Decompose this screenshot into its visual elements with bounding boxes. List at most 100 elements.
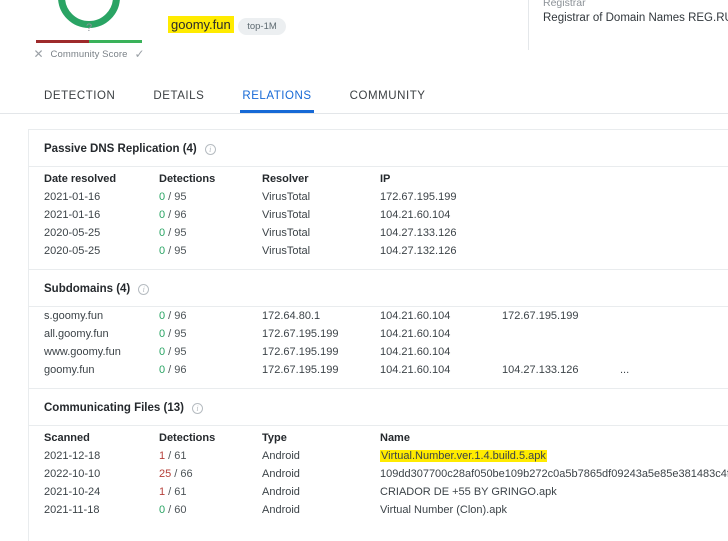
registrar-label: Registrar [543,0,728,10]
more-ellipsis-cell [620,343,728,361]
detections-cell: 0 / 95 [159,242,262,260]
community-score-row: ✕ Community Score ✓ [30,48,148,60]
ip-cell [502,325,620,343]
ip-cell: 104.21.60.104 [380,307,502,325]
scanned-date-cell: 2021-11-18 [29,501,159,519]
score-bar-positive [89,40,142,43]
column-header: Detections [159,167,262,188]
column-header: Date resolved [29,167,159,188]
subdomain-name-cell: s.goomy.fun [29,307,159,325]
tab-community[interactable]: COMMUNITY [348,84,428,113]
more-ellipsis-cell [620,307,728,325]
more-ellipsis-cell: ... [620,361,728,379]
column-header: Scanned [29,426,159,447]
score-bar-negative [36,40,89,43]
detections-cell: 0 / 96 [159,307,262,325]
table-row[interactable]: all.goomy.fun0 / 95172.67.195.199104.21.… [29,325,728,343]
table-row[interactable]: www.goomy.fun0 / 95172.67.195.199104.21.… [29,343,728,361]
table-row[interactable]: 2021-10-241 / 61AndroidCRIADOR DE +55 BY… [29,483,728,501]
passive-dns-table: Date resolvedDetectionsResolverIP 2021-0… [29,167,728,260]
file-name-cell: CRIADOR DE +55 BY GRINGO.apk [380,483,728,501]
tab-bar: DETECTION DETAILS RELATIONS COMMUNITY [0,84,728,114]
table-row[interactable]: 2021-01-160 / 96VirusTotal104.21.60.104 [29,206,728,224]
registrar-panel: Registrar Registrar of Domain Names REG.… [528,0,728,50]
summary-strip: ? ✕ Community Score ✓ goomy.fun top-1M R… [0,0,728,72]
resolver-cell: VirusTotal [262,224,380,242]
domain-title-block: goomy.fun top-1M [168,0,286,35]
gauge-question-mark: ? [30,22,148,34]
file-type-cell: Android [262,483,380,501]
column-header: Resolver [262,167,380,188]
ip-cell: 104.21.60.104 [380,361,502,379]
passive-dns-header: Passive DNS Replication (4) i [29,130,728,166]
subdomains-title: Subdomains (4) [44,283,130,295]
resolver-cell: VirusTotal [262,188,380,206]
tab-relations[interactable]: RELATIONS [240,84,313,113]
table-row[interactable]: 2021-12-181 / 61AndroidVirtual.Number.ve… [29,447,728,465]
subdomains-table: s.goomy.fun0 / 96172.64.80.1104.21.60.10… [29,307,728,379]
subdomain-name-cell: all.goomy.fun [29,325,159,343]
ip-cell: 172.67.195.199 [262,343,380,361]
communicating-files-table: ScannedDetectionsTypeName 2021-12-181 / … [29,426,728,519]
detections-cell: 25 / 66 [159,465,262,483]
info-icon[interactable]: i [192,403,203,414]
file-name-cell: Virtual Number (Clon).apk [380,501,728,519]
column-header: Name [380,426,728,447]
table-header-row: Date resolvedDetectionsResolverIP [29,167,728,188]
table-row[interactable]: 2020-05-250 / 95VirusTotal104.27.133.126 [29,224,728,242]
tab-details[interactable]: DETAILS [151,84,206,113]
community-score-label: Community Score [51,49,128,60]
file-type-cell: Android [262,501,380,519]
detections-cell: 0 / 96 [159,361,262,379]
table-header-row: ScannedDetectionsTypeName [29,426,728,447]
info-icon[interactable]: i [205,144,216,155]
detections-cell: 0 / 95 [159,325,262,343]
detections-cell: 0 / 60 [159,501,262,519]
table-row[interactable]: s.goomy.fun0 / 96172.64.80.1104.21.60.10… [29,307,728,325]
more-ellipsis-cell [620,325,728,343]
table-row[interactable]: 2022-10-1025 / 66Android109dd307700c28af… [29,465,728,483]
tab-detection[interactable]: DETECTION [42,84,117,113]
ip-cell: 172.64.80.1 [262,307,380,325]
thumbs-down-icon[interactable]: ✕ [33,48,43,60]
date-resolved-cell: 2020-05-25 [29,224,159,242]
thumbs-up-icon[interactable]: ✓ [135,48,145,60]
file-name-cell: 109dd307700c28af050be109b272c0a5b7865df0… [380,465,728,483]
subdomains-header: Subdomains (4) i [29,270,728,306]
detections-cell: 0 / 95 [159,224,262,242]
rank-tag-badge[interactable]: top-1M [238,18,286,35]
scanned-date-cell: 2021-12-18 [29,447,159,465]
resolver-cell: VirusTotal [262,206,380,224]
detections-cell: 1 / 61 [159,447,262,465]
ip-cell: 104.27.132.126 [380,242,728,260]
passive-dns-title: Passive DNS Replication (4) [44,143,197,155]
detections-cell: 0 / 95 [159,188,262,206]
subdomain-name-cell: www.goomy.fun [29,343,159,361]
resolver-cell: VirusTotal [262,242,380,260]
date-resolved-cell: 2021-01-16 [29,188,159,206]
scanned-date-cell: 2022-10-10 [29,465,159,483]
ip-cell [502,343,620,361]
table-row[interactable]: 2021-11-180 / 60AndroidVirtual Number (C… [29,501,728,519]
date-resolved-cell: 2020-05-25 [29,242,159,260]
ip-cell: 172.67.195.199 [262,325,380,343]
ip-cell: 104.21.60.104 [380,343,502,361]
ip-cell: 172.67.195.199 [380,188,728,206]
table-row[interactable]: 2020-05-250 / 95VirusTotal104.27.132.126 [29,242,728,260]
communicating-files-header: Communicating Files (13) i [29,389,728,425]
detections-cell: 1 / 61 [159,483,262,501]
ip-cell: 172.67.195.199 [502,307,620,325]
table-row[interactable]: goomy.fun0 / 96172.67.195.199104.21.60.1… [29,361,728,379]
registrar-value: Registrar of Domain Names REG.RU, LLC [543,10,728,26]
ip-cell: 104.21.60.104 [380,206,728,224]
info-icon[interactable]: i [138,284,149,295]
file-name-cell: Virtual.Number.ver.1.4.build.5.apk [380,447,728,465]
file-type-cell: Android [262,465,380,483]
date-resolved-cell: 2021-01-16 [29,206,159,224]
subdomain-name-cell: goomy.fun [29,361,159,379]
ip-cell: 104.21.60.104 [380,325,502,343]
column-header: Detections [159,426,262,447]
page-title: goomy.fun [168,16,234,33]
community-score-bar [36,40,142,43]
table-row[interactable]: 2021-01-160 / 95VirusTotal172.67.195.199 [29,188,728,206]
